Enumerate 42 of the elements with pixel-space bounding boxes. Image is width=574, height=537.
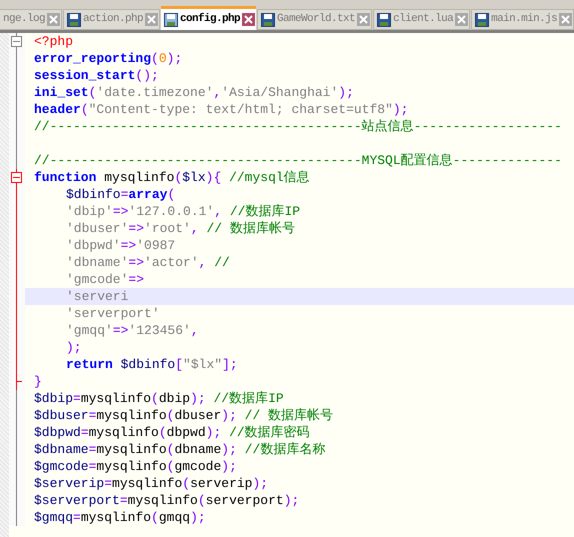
code-line: header("Content-type: text/html; charset=utf8"); xyxy=(34,101,408,118)
file-tab[interactable]: main.min.js xyxy=(471,9,574,30)
code-line: error_reporting(0); xyxy=(34,50,182,67)
code-line: function mysqlinfo($lx){ //mysql信息 xyxy=(34,169,310,186)
code-line: //----------------------------------------MYSQL配置信息-------------- xyxy=(34,152,562,169)
code-line: $gmqq=mysqlinfo(gmqq); xyxy=(34,509,206,526)
code-line: return $dbinfo["$lx"]; xyxy=(65,356,238,373)
close-icon[interactable] xyxy=(559,13,572,26)
fold-toggle[interactable] xyxy=(11,36,22,47)
code-line: $dbip=mysqlinfo(dbip); //数据库IP xyxy=(34,390,284,407)
code-line: 'dbip'=>'127.0.0.1', //数据库IP xyxy=(65,203,300,220)
code-line: ini_set('date.timezone','Asia/Shanghai'); xyxy=(34,84,354,101)
file-tab[interactable]: GameWorld.txt xyxy=(257,9,372,30)
code-line: $dbuser=mysqlinfo(dbuser); // 数据库帐号 xyxy=(34,407,334,424)
code-line: 'serveri xyxy=(65,288,128,305)
code-line: $serverport=mysqlinfo(serverport); xyxy=(34,492,300,509)
fold-toggle[interactable] xyxy=(11,172,22,183)
code-line: $dbinfo=array( xyxy=(65,186,176,203)
code-line: 'dbname'=>'actor', // xyxy=(65,254,230,271)
file-tab[interactable]: client.lua xyxy=(373,9,470,30)
code-line: $dbpwd=mysqlinfo(dbpwd); //数据库密码 xyxy=(34,424,310,441)
code-line: $dbname=mysqlinfo(dbname); //数据库名称 xyxy=(34,441,326,458)
code-line: $serverip=mysqlinfo(serverip); xyxy=(34,475,268,492)
code-line: $gmcode=mysqlinfo(gmcode); xyxy=(34,458,237,475)
code-line: //----------------------------------------站点信息------------------- xyxy=(34,118,562,135)
close-icon[interactable] xyxy=(145,13,158,26)
code-line: 'dbuser'=>'root', // 数据库帐号 xyxy=(65,220,295,237)
code-line: <?php xyxy=(34,33,74,50)
file-tab[interactable]: action.php xyxy=(63,9,160,30)
code-line: } xyxy=(34,373,42,390)
code-line: 'serverport' xyxy=(65,305,160,322)
code-line: 'gmqq'=>'123456', xyxy=(65,322,199,339)
file-tab[interactable]: config.php xyxy=(161,6,256,30)
close-icon[interactable] xyxy=(242,13,256,26)
file-tab[interactable]: nge.log xyxy=(0,9,62,30)
close-icon[interactable] xyxy=(47,13,60,26)
code-line: 'dbpwd'=>'0987 xyxy=(65,237,176,254)
close-icon[interactable] xyxy=(455,13,468,26)
code-line: session_start(); xyxy=(34,67,159,84)
code-line: ); xyxy=(65,339,82,356)
code-line: 'gmcode'=> xyxy=(65,271,144,288)
close-icon[interactable] xyxy=(357,13,370,26)
